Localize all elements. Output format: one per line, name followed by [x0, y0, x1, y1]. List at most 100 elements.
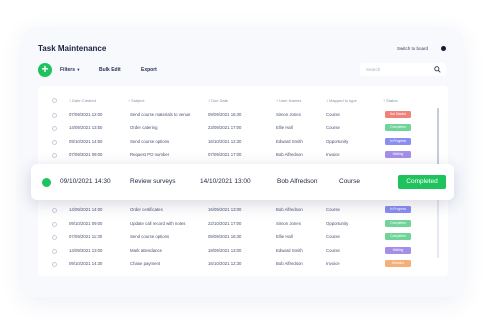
cell-user-name: Bob Alfredson: [276, 152, 303, 157]
cell-subject: Mark attendance: [130, 248, 163, 253]
cell-due-date: 22/10/2021 17:00: [208, 221, 242, 226]
export-button[interactable]: Export: [141, 67, 157, 73]
row-checkbox[interactable]: [52, 113, 57, 118]
table-row[interactable]: 09/10/2021 09:00 Update call record with …: [38, 220, 438, 232]
table-row[interactable]: 09/10/2021 14:30 Chase payment 16/10/2021 …: [38, 260, 438, 272]
cell-mapped-type: Course: [326, 125, 340, 130]
cell-mapped-type: Course: [326, 248, 340, 253]
cell-date-created: 09/10/2021 14:30: [69, 261, 103, 266]
row-checkbox[interactable]: [52, 262, 57, 267]
cell-date-created: 09/10/2021 14:50: [69, 139, 103, 144]
row-checkbox[interactable]: [52, 235, 57, 240]
status-badge[interactable]: Waiting: [385, 151, 411, 158]
cell-due-date: 09/09/2021 16:30: [208, 234, 242, 239]
column-header[interactable]: ↕ Mapped to type: [326, 98, 357, 103]
cell-subject: Send course options: [130, 234, 170, 239]
cell-user-name: Edward Smith: [276, 139, 303, 144]
table-row[interactable]: 14/09/2021 14:00 Order certificates 16/09/…: [38, 206, 438, 218]
switch-to-board-label[interactable]: Switch to board: [397, 46, 428, 51]
cell-mapped-type: Opportunity: [326, 139, 349, 144]
status-badge[interactable]: Not Started: [385, 111, 411, 118]
column-header-label: Due Date: [211, 98, 229, 103]
cell-user-name: Bob Alfredson: [276, 261, 303, 266]
cell-due-date: 16/10/2021 12:30: [208, 261, 242, 266]
add-task-button[interactable]: +: [38, 63, 52, 77]
cell-date-created: 07/09/2021 11:30: [69, 234, 103, 239]
cell-user-name: Ellie Hall: [276, 234, 293, 239]
cell-subject: Order certificates: [130, 207, 163, 212]
search-input[interactable]: Search: [360, 63, 446, 76]
column-header[interactable]: ↕ Subject: [128, 98, 144, 103]
status-badge[interactable]: In Progress: [385, 138, 411, 145]
search-placeholder: Search: [366, 67, 381, 72]
cell-subject: Order catering: [130, 125, 158, 130]
cell-due-date: 18/09/2021 13:00: [208, 248, 242, 253]
cell-due-date: 16/09/2021 13:00: [208, 207, 242, 212]
cell-subject: Send course options: [130, 139, 170, 144]
cell-user-name: Simon Jones: [276, 221, 301, 226]
column-header[interactable]: ↕ User Names: [276, 98, 301, 103]
chevron-down-icon: ▼: [76, 67, 81, 72]
table-row[interactable]: 07/09/2021 09:00 Request PO number 07/09/2…: [38, 151, 438, 163]
status-badge[interactable]: Completed: [385, 220, 411, 227]
cell-date-created: 14/09/2021 14:00: [69, 207, 103, 212]
cell-date-created: 09/10/2021 09:00: [69, 221, 103, 226]
cell-subject: Send course materials to venue: [130, 112, 191, 117]
table-row[interactable]: 09/10/2021 14:50 Send course options 16/10…: [38, 138, 438, 150]
row-checkbox[interactable]: [52, 126, 57, 131]
row-checkbox[interactable]: [52, 222, 57, 227]
column-header-label: Date Created: [72, 98, 96, 103]
row-checkbox[interactable]: [52, 153, 57, 158]
table-row[interactable]: 07/09/2021 12:00 Send course materials to…: [38, 111, 438, 123]
cell-mapped-type: Course: [326, 112, 340, 117]
cell-user-name: Ellie Hall: [276, 125, 293, 130]
cell-date-created: 14/09/2021 13:50: [69, 125, 103, 130]
cell-mapped-type: Course: [326, 234, 340, 239]
cell-mapped-type: Invoice: [326, 261, 340, 266]
cell-subject: Request PO number: [130, 152, 170, 157]
cell-due-date: 09/09/2021 16:30: [208, 112, 242, 117]
column-header-label: User Names: [279, 98, 302, 103]
column-header-label: Status: [386, 98, 398, 103]
highlight-mapped-type: Course: [339, 178, 360, 185]
highlight-due-date: 14/10/2021 13:00: [200, 178, 251, 185]
highlight-user-name: Bob Alfredson: [277, 178, 318, 185]
column-header[interactable]: ↕ Due Date: [208, 98, 228, 103]
filters-label: Filters: [60, 67, 76, 73]
select-all-checkbox[interactable]: [52, 98, 57, 103]
cell-due-date: 16/10/2021 12:30: [208, 139, 242, 144]
cell-due-date: 07/09/2021 17:00: [208, 152, 242, 157]
highlight-subject: Review surveys: [130, 178, 176, 185]
row-selected-indicator[interactable]: [42, 178, 51, 187]
cell-due-date: 23/09/2021 17:00: [208, 125, 242, 130]
search-icon[interactable]: [434, 66, 441, 73]
status-badge[interactable]: Overdue: [385, 260, 411, 267]
cell-mapped-type: Opportunity: [326, 221, 349, 226]
row-checkbox[interactable]: [52, 249, 57, 254]
cell-user-name: Edward Smith: [276, 248, 303, 253]
cell-date-created: 14/09/2021 13:00: [69, 248, 103, 253]
column-header-label: Subject: [131, 98, 145, 103]
highlight-status-badge[interactable]: Completed: [398, 175, 446, 189]
table-row[interactable]: 07/09/2021 11:30 Send course options 09/09…: [38, 233, 438, 245]
switch-toggle[interactable]: [441, 46, 446, 51]
cell-mapped-type: Course: [326, 207, 340, 212]
status-badge[interactable]: Completed: [385, 233, 411, 240]
cell-mapped-type: Invoice: [326, 152, 340, 157]
status-badge[interactable]: Waiting: [385, 247, 411, 254]
column-header[interactable]: ↕ Status: [383, 98, 397, 103]
cell-date-created: 07/09/2021 09:00: [69, 152, 103, 157]
filters-button[interactable]: Filters ▼: [60, 67, 80, 73]
table-row[interactable]: 14/09/2021 13:00 Mark attendance 18/09/202…: [38, 247, 438, 259]
page-title: Task Maintenance: [38, 44, 107, 53]
status-badge[interactable]: Completed: [385, 124, 411, 131]
row-checkbox[interactable]: [52, 140, 57, 145]
highlight-date-created: 09/10/2021 14:30: [60, 178, 111, 185]
column-header[interactable]: ↕ Date Created: [69, 98, 96, 103]
cell-subject: Update call record with notes: [130, 221, 186, 226]
table-row[interactable]: 14/09/2021 13:50 Order catering 23/09/2021…: [38, 124, 438, 136]
bulk-edit-button[interactable]: Bulk Edit: [99, 67, 121, 73]
cell-subject: Chase payment: [130, 261, 161, 266]
row-checkbox[interactable]: [52, 208, 57, 213]
status-badge[interactable]: In Progress: [385, 206, 411, 213]
